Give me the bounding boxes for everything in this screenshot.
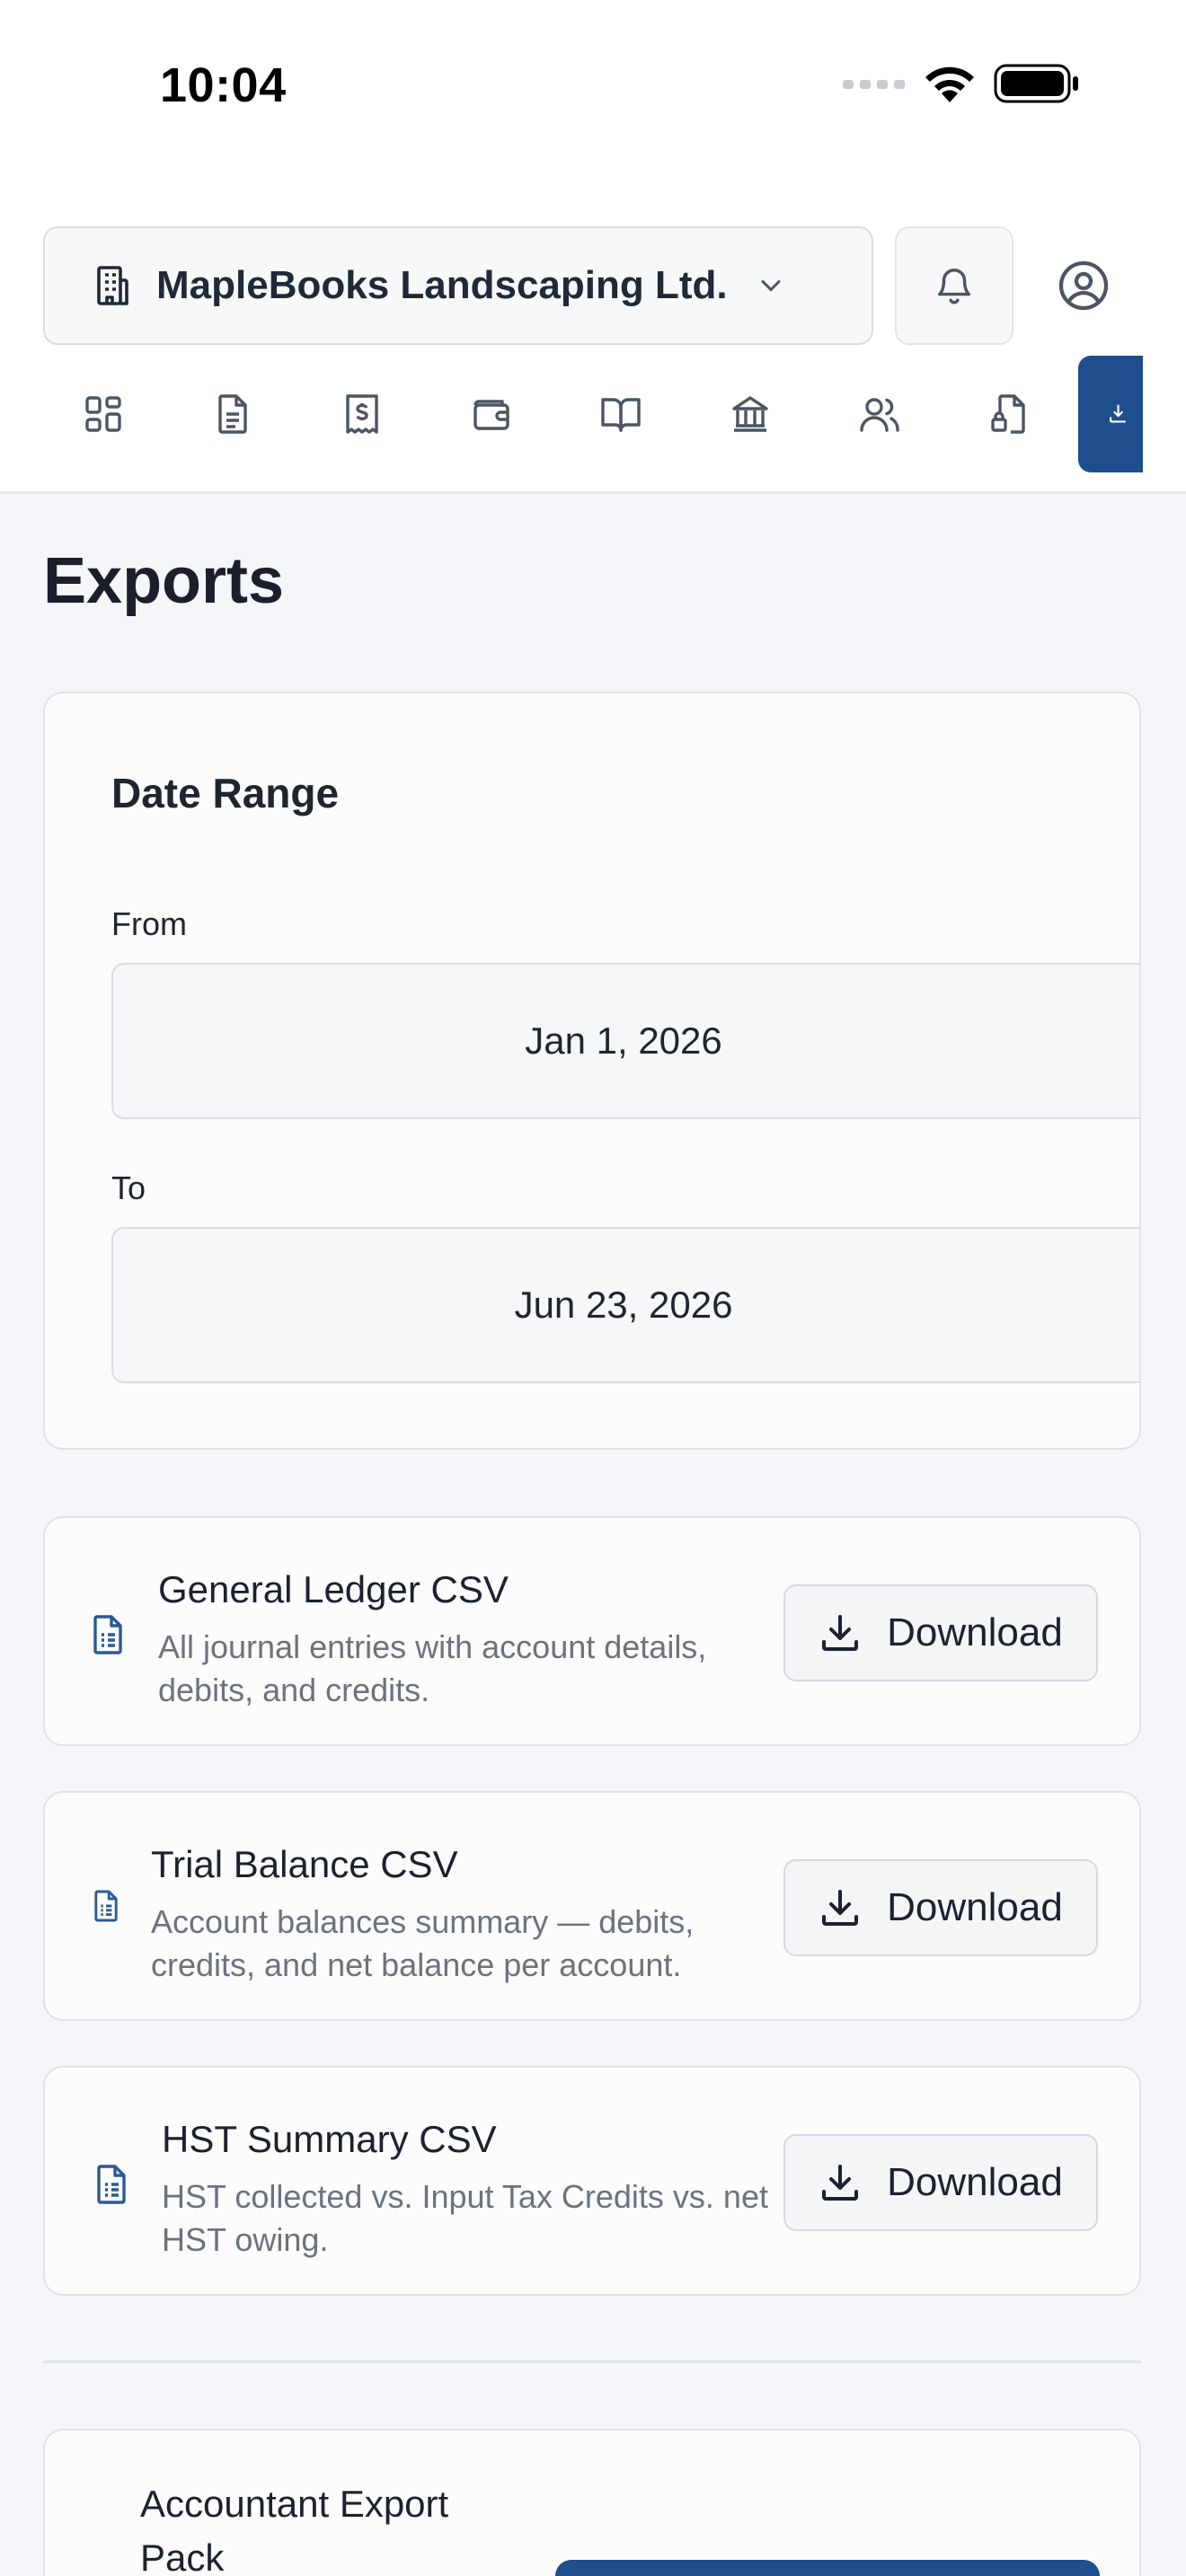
- nav-ledger[interactable]: [562, 356, 679, 472]
- general-ledger-export-card: General Ledger CSV All journal entries w…: [43, 1516, 1141, 1746]
- nav-contacts[interactable]: [821, 356, 938, 472]
- page-title: Exports: [43, 545, 285, 617]
- app-header: MapleBooks Landscaping Ltd.: [0, 180, 1186, 494]
- section-divider: [43, 2360, 1141, 2363]
- bell-icon: [937, 269, 971, 304]
- wifi-icon: [925, 66, 974, 102]
- to-date-field[interactable]: Jun 23, 2026: [111, 1227, 1139, 1383]
- nav-banking[interactable]: [692, 356, 809, 472]
- contacts-icon: [860, 398, 899, 432]
- invoice-icon: [218, 394, 247, 434]
- battery-icon: [994, 64, 1078, 103]
- export-download-icon: [1110, 404, 1126, 423]
- export-description: Account balances summary — debits, credi…: [151, 1903, 695, 1983]
- download-icon: [822, 2165, 859, 2201]
- spreadsheet-file-icon: [97, 2165, 126, 2204]
- status-time: 10:04: [160, 58, 287, 112]
- status-bar: 10:04: [0, 0, 1186, 180]
- accountant-export-pack-card: Accountant Export Pack: [43, 2429, 1141, 2576]
- notifications-button[interactable]: [895, 226, 1013, 345]
- nav-exports[interactable]: [1078, 356, 1143, 472]
- export-description: All journal entries with account details…: [158, 1628, 707, 1708]
- download-trial-balance-button[interactable]: Download: [783, 1859, 1098, 1956]
- wallet-icon: [474, 400, 509, 430]
- spreadsheet-file-icon: [93, 1615, 122, 1654]
- accountant-pack-title: Accountant Export Pack: [140, 2483, 449, 2576]
- chevron-down-icon: [761, 280, 781, 292]
- generate-pack-button[interactable]: [555, 2560, 1100, 2576]
- export-description: HST collected vs. Input Tax Credits vs. …: [162, 2178, 768, 2258]
- export-title: HST Summary CSV: [162, 2118, 497, 2160]
- receipt-icon: [346, 394, 378, 434]
- date-range-card: Date Range From Jan 1, 2026 To Jun 23, 2…: [43, 692, 1141, 1450]
- organization-selector[interactable]: MapleBooks Landscaping Ltd.: [43, 226, 873, 345]
- download-label: Download: [887, 2160, 1063, 2204]
- nav-receipts[interactable]: [304, 356, 420, 472]
- nav-dashboard[interactable]: [45, 356, 162, 472]
- spreadsheet-file-icon: [94, 1890, 118, 1922]
- building-icon: [97, 266, 128, 305]
- status-icons: [843, 63, 1080, 104]
- export-title: General Ledger CSV: [158, 1568, 509, 1610]
- ledger-book-icon: [601, 398, 641, 432]
- trial-balance-export-card: Trial Balance CSV Account balances summa…: [43, 1791, 1141, 2021]
- dashboard-icon: [85, 396, 121, 432]
- to-label: To: [111, 1169, 146, 1206]
- download-label: Download: [887, 1885, 1063, 1929]
- profile-button[interactable]: [1024, 226, 1143, 345]
- download-general-ledger-button[interactable]: Download: [783, 1584, 1098, 1681]
- nav-invoices[interactable]: [174, 356, 291, 472]
- organization-name: MapleBooks Landscaping Ltd.: [156, 263, 728, 307]
- bank-icon: [732, 396, 768, 432]
- download-icon: [822, 1890, 859, 1926]
- hst-summary-export-card: HST Summary CSV HST collected vs. Input …: [43, 2066, 1141, 2296]
- cellular-signal-icon: [843, 80, 905, 89]
- nav-wallet[interactable]: [433, 356, 550, 472]
- nav-tax[interactable]: [951, 356, 1067, 472]
- download-label: Download: [887, 1610, 1063, 1654]
- export-title: Trial Balance CSV: [151, 1843, 458, 1885]
- download-hst-summary-button[interactable]: Download: [783, 2134, 1098, 2231]
- user-circle-icon: [1058, 260, 1109, 311]
- download-icon: [822, 1615, 859, 1651]
- section-nav: [45, 356, 1186, 472]
- from-date-field[interactable]: Jan 1, 2026: [111, 963, 1139, 1119]
- tax-file-icon: [991, 394, 1025, 434]
- from-label: From: [111, 905, 187, 942]
- date-range-title: Date Range: [111, 770, 340, 816]
